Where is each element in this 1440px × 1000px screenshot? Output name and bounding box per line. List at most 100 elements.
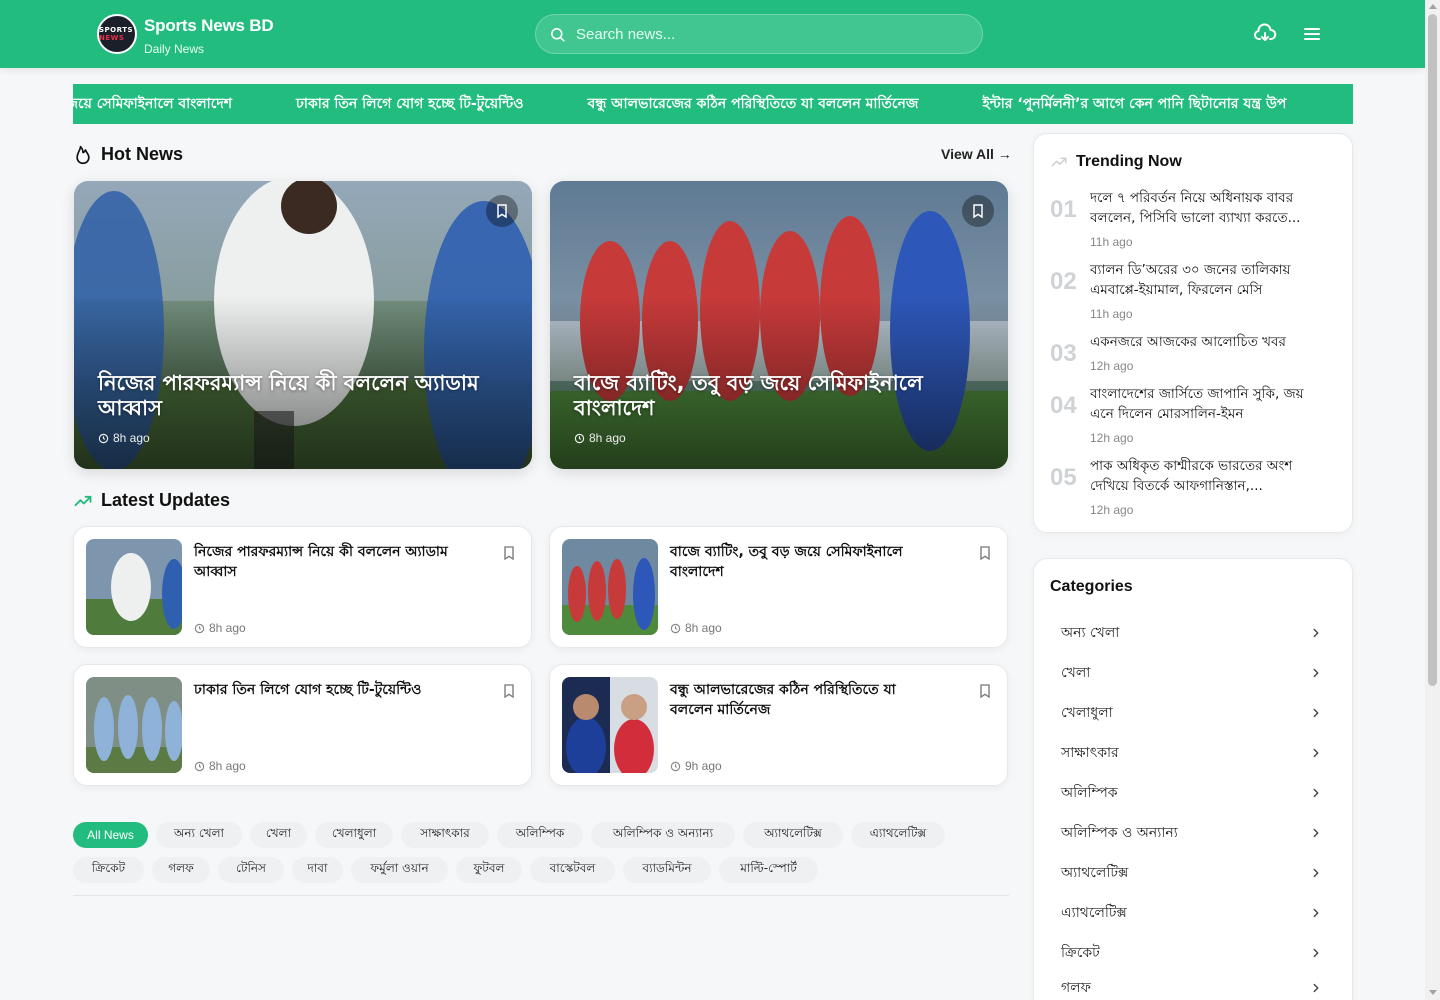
bookmark-button[interactable]	[962, 195, 994, 227]
ticker-item[interactable]: ঢাকার তিন লিগে যোগ হচ্ছে টি-টুয়েন্টিও	[296, 92, 524, 116]
bookmark-icon[interactable]	[977, 545, 993, 561]
menu-icon[interactable]	[1300, 22, 1324, 46]
news-title[interactable]: নিজের পারফরম্যান্স নিয়ে কী বললেন অ্যাডা…	[194, 543, 464, 582]
category-item[interactable]: খেলা	[1061, 661, 1323, 685]
image-overlay	[74, 181, 532, 469]
image-overlay	[550, 181, 1008, 469]
section-title: Categories	[1050, 578, 1133, 595]
category-item[interactable]: এ্যাথলেটিক্স	[1061, 901, 1323, 925]
trending-title[interactable]: দলে ৭ পরিবর্তন নিয়ে অধিনায়ক বাবর বললেন…	[1090, 188, 1322, 229]
scrollbar-thumb[interactable]	[1428, 14, 1437, 686]
scroll-up-icon[interactable]	[1429, 4, 1437, 9]
scroll-down-icon[interactable]	[1429, 990, 1437, 995]
brand-title[interactable]: Sports News BD	[144, 16, 274, 36]
chevron-right-icon	[1313, 668, 1319, 678]
category-label: অলিম্পিক	[1061, 785, 1118, 801]
trending-title[interactable]: একনজরে আজকের আলোচিত খবর	[1090, 332, 1322, 352]
hot-news-time: 8h ago	[574, 431, 626, 445]
filter-chip[interactable]: খেলা	[250, 822, 307, 848]
hot-news-card[interactable]: বাজে ব্যাটিং, তবু বড় জয়ে সেমিফাইনালে ব…	[550, 181, 1008, 469]
filter-chip[interactable]: সাক্ষাৎকার	[401, 822, 489, 848]
hot-news-title[interactable]: নিজের পারফরম্যান্স নিয়ে কী বললেন অ্যাডা…	[98, 371, 492, 421]
trending-title[interactable]: পাক অধিকৃত কাশ্মীরকে ভারতের অংশ দেখিয়ে …	[1090, 456, 1322, 497]
ticker-track: বাজে ব্যাটিং, তবু বড় জয়ে সেমিফাইনালে ব…	[73, 84, 1350, 124]
category-item[interactable]: অলিম্পিক	[1061, 781, 1323, 805]
ticker-item[interactable]: বাজে ব্যাটিং, তবু বড় জয়ে সেমিফাইনালে ব…	[73, 92, 232, 116]
filter-chip[interactable]: অলিম্পিক	[497, 822, 583, 848]
filter-chip[interactable]: দাবা	[292, 857, 343, 883]
category-item[interactable]: অন্য খেলা	[1061, 621, 1323, 645]
section-title: Hot News	[101, 144, 184, 164]
filter-chip[interactable]: ফুটবল	[456, 857, 522, 883]
news-title[interactable]: বাজে ব্যাটিং, তবু বড় জয়ে সেমিফাইনালে ব…	[670, 543, 940, 582]
trending-time: 12h ago	[1090, 503, 1134, 517]
category-item[interactable]: গলফ	[1061, 976, 1323, 1000]
search-icon	[551, 27, 565, 42]
filter-chip[interactable]: ফর্মুলা ওয়ান	[351, 857, 448, 883]
category-item[interactable]: খেলাধুলা	[1061, 701, 1323, 725]
filter-chip[interactable]: মাল্টি-স্পোর্ট	[719, 857, 818, 883]
filter-chip[interactable]: এ্যাথলেটিক্স	[851, 822, 945, 848]
trending-rank: 04	[1050, 392, 1077, 419]
category-item[interactable]: অলিম্পিক ও অন্যান্য	[1061, 821, 1323, 845]
clock-icon	[194, 623, 205, 633]
search-bar[interactable]	[535, 14, 983, 54]
filter-chip-all-news[interactable]: All News	[73, 822, 148, 848]
filter-chip[interactable]: অলিম্পিক ও অন্যান্য	[591, 822, 735, 848]
time-text: 8h ago	[589, 431, 626, 445]
clock-icon	[670, 623, 681, 633]
category-item[interactable]: সাক্ষাৎকার	[1061, 741, 1323, 765]
bookmark-icon[interactable]	[501, 683, 517, 699]
latest-news-card[interactable]: নিজের পারফরম্যান্স নিয়ে কী বললেন অ্যাডা…	[73, 526, 532, 648]
logo[interactable]: SPORTS NEWS	[97, 14, 137, 54]
hot-news-title[interactable]: বাজে ব্যাটিং, তবু বড় জয়ে সেমিফাইনালে ব…	[574, 371, 968, 421]
filter-chip[interactable]: ব্যাডমিন্টন	[623, 857, 711, 883]
filter-chip[interactable]: অন্য খেলা	[156, 822, 242, 848]
trending-rank: 03	[1050, 340, 1077, 367]
trending-time: 12h ago	[1090, 359, 1134, 373]
chevron-right-icon	[1313, 628, 1319, 638]
page-scrollbar[interactable]	[1425, 0, 1440, 1000]
latest-news-card[interactable]: ঢাকার তিন লিগে যোগ হচ্ছে টি-টুয়েন্টিও 8…	[73, 664, 532, 786]
divider	[73, 895, 1009, 896]
filter-chip[interactable]: ক্রিকেট	[73, 857, 144, 883]
search-input[interactable]	[576, 25, 956, 43]
category-label: এ্যাথলেটিক্স	[1061, 905, 1127, 921]
clock-icon	[194, 761, 205, 771]
bookmark-icon[interactable]	[977, 683, 993, 699]
category-label: সাক্ষাৎকার	[1061, 745, 1119, 761]
ticker-item[interactable]: ইন্টার ‘পুনর্মিলনী’র আগে কেন পানি ছিটানো…	[982, 92, 1286, 116]
brand-subtitle: Daily News	[144, 42, 205, 56]
bookmark-icon	[973, 204, 983, 219]
filter-chip[interactable]: অ্যাথলেটিক্স	[743, 822, 843, 848]
view-all-link[interactable]: View All →	[941, 146, 1012, 162]
trending-icon	[1051, 157, 1067, 167]
bookmark-icon	[497, 204, 507, 219]
news-thumbnail	[86, 677, 182, 773]
news-title[interactable]: বন্ধু আলভারেজের কঠিন পরিস্থিতিতে যা বললে…	[670, 681, 940, 720]
filter-chip[interactable]: গলফ	[152, 857, 210, 883]
bookmark-icon[interactable]	[501, 545, 517, 561]
filter-chip[interactable]: টেনিস	[218, 857, 284, 883]
filter-chip[interactable]: বাস্কেটবল	[530, 857, 615, 883]
chevron-right-icon	[1313, 908, 1319, 918]
latest-updates-heading: Latest Updates	[73, 490, 230, 511]
download-icon[interactable]	[1253, 22, 1277, 46]
filter-chip[interactable]: খেলাধুলা	[315, 822, 393, 848]
chevron-right-icon	[1313, 948, 1319, 958]
time-text: 8h ago	[685, 621, 722, 635]
news-time: 9h ago	[670, 759, 722, 773]
hot-news-time: 8h ago	[98, 431, 150, 445]
news-time: 8h ago	[670, 621, 722, 635]
ticker-item[interactable]: বন্ধু আলভারেজের কঠিন পরিস্থিতিতে যা বললে…	[588, 92, 919, 116]
news-title[interactable]: ঢাকার তিন লিগে যোগ হচ্ছে টি-টুয়েন্টিও	[194, 681, 464, 701]
latest-news-card[interactable]: বন্ধু আলভারেজের কঠিন পরিস্থিতিতে যা বললে…	[549, 664, 1008, 786]
latest-news-card[interactable]: বাজে ব্যাটিং, তবু বড় জয়ে সেমিফাইনালে ব…	[549, 526, 1008, 648]
category-item[interactable]: ক্রিকেট	[1061, 941, 1323, 965]
chevron-right-icon	[1313, 983, 1319, 993]
hot-news-card[interactable]: নিজের পারফরম্যান্স নিয়ে কী বললেন অ্যাডা…	[74, 181, 532, 469]
trending-title[interactable]: বাংলাদেশের জার্সিতে জাপানি সুকি, জয় এনে…	[1090, 384, 1322, 425]
category-item[interactable]: অ্যাথলেটিক্স	[1061, 861, 1323, 885]
trending-title[interactable]: ব্যালন ডি’অরের ৩০ জনের তালিকায় এমবাপ্পে…	[1090, 260, 1322, 301]
bookmark-button[interactable]	[486, 195, 518, 227]
